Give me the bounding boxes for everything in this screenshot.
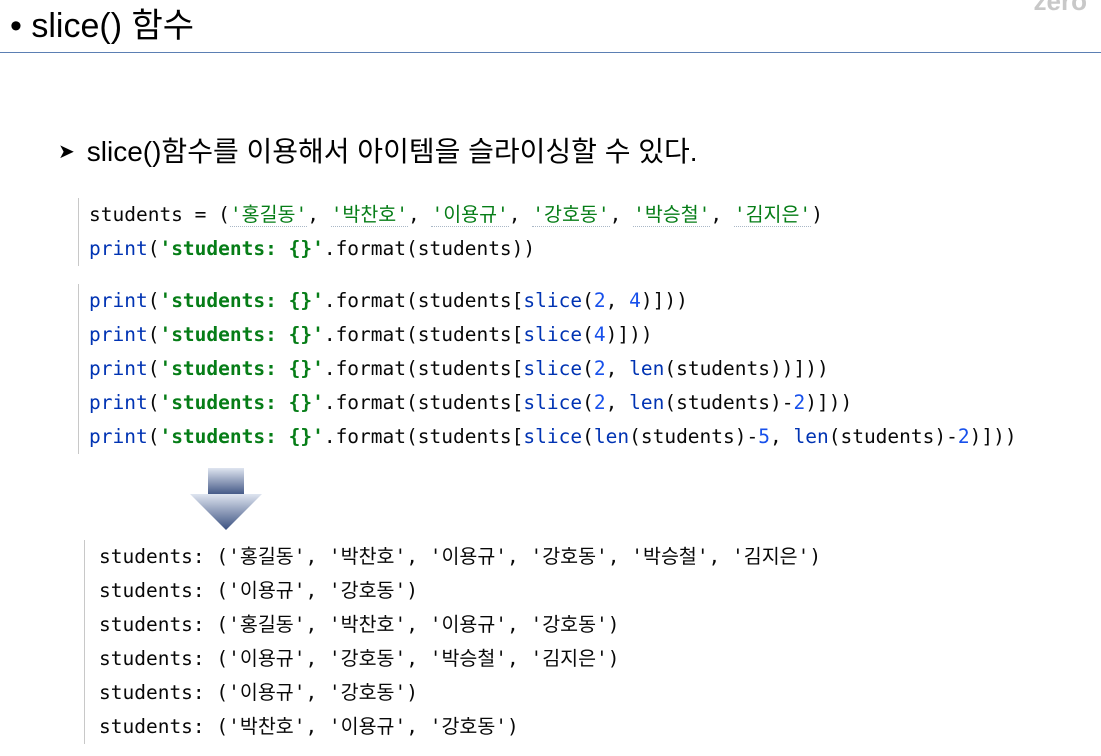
code-token: , [770,425,794,448]
output-line: students: ('박찬호', '이용규', '강호동') [99,715,519,738]
code-token: ( [582,289,594,312]
code-token: 'students: {}' [159,323,324,346]
code-token: )])) [640,289,688,312]
code-token: , [609,203,634,226]
code-token: print [89,391,148,414]
code-token: ( [147,357,160,380]
code-token: ( [147,391,160,414]
corner-mark: zero [1033,0,1087,16]
code-token: print [89,237,148,260]
code-token: .format(students[ [323,425,524,448]
code-token: , [710,203,734,226]
code-token: 2 [593,357,606,380]
code-token: .format(students[ [323,289,524,312]
code-token: students = ( [89,203,230,226]
code-token: 2 [593,391,606,414]
code-token: .format(students[ [323,357,524,380]
code-token: , [408,203,432,226]
code-token: ( [147,237,160,260]
bullet-text: slice()함수를 이용해서 아이템을 슬라이싱할 수 있다. [86,136,698,167]
slide-title: • slice() 함수 [10,7,195,45]
code-token: 'students: {}' [159,289,324,312]
code-token: len [793,425,829,448]
code-token: len [593,425,630,448]
code-token: )])) [605,323,653,346]
code-token: .format(students)) [323,237,536,260]
code-token: )])) [805,391,853,414]
code-token: '박승철' [633,203,711,227]
code-token: 2 [957,425,970,448]
arrow-down-icon [190,468,262,535]
code-token: (students))])) [664,357,829,380]
code-token: ( [147,289,160,312]
code-token: (students)- [828,425,958,448]
code-token: ) [811,203,823,226]
code-token: print [89,425,148,448]
code-line: print('students: {}'.format(students[sli… [89,284,1017,318]
code-token: ( [582,391,594,414]
code-token: 'students: {}' [159,237,324,260]
code-line: print('students: {}'.format(students[sli… [89,386,1017,420]
code-block-slice-calls: print('students: {}'.format(students[sli… [78,284,1017,454]
output-line: students: ('홍길동', '박찬호', '이용규', '강호동', '… [99,545,822,568]
code-token: slice [523,391,583,414]
code-token: print [89,357,148,380]
code-token: print [89,323,148,346]
code-token: 4 [593,323,606,346]
code-line: print('students: {}'.format(students)) [89,232,823,266]
code-token: '강호동' [532,203,610,227]
code-token: slice [523,425,583,448]
code-token: '홍길동' [229,203,308,227]
code-block-definition: students = ('홍길동', '박찬호', '이용규', '강호동', … [78,198,823,266]
code-token: ( [582,425,594,448]
bullet-arrow-icon: ➤ [58,141,75,163]
code-token: '이용규' [431,203,509,227]
code-token: len [629,391,665,414]
code-token: 'students: {}' [159,357,324,380]
code-token: slice [523,289,583,312]
code-token: , [605,289,630,312]
code-token: 4 [629,289,641,312]
code-token: len [629,357,665,380]
code-token: )])) [969,425,1017,448]
code-token: , [508,203,533,226]
code-token: ( [147,323,160,346]
code-token: .format(students[ [323,391,524,414]
code-token: .format(students[ [323,323,524,346]
code-line: print('students: {}'.format(students[sli… [89,352,1017,386]
code-token: , [605,391,630,414]
code-token: 2 [593,289,606,312]
output-line: students: ('이용규', '강호동', '박승철', '김지은') [99,647,620,670]
code-token: slice [523,357,583,380]
code-token: ( [582,323,594,346]
code-token: ( [147,425,160,448]
code-token: '김지은' [733,203,812,227]
code-line: students = ('홍길동', '박찬호', '이용규', '강호동', … [89,198,823,232]
code-token: (students)- [664,391,794,414]
code-token: print [89,289,148,312]
code-line: print('students: {}'.format(students[sli… [89,318,1017,352]
console-output: students: ('홍길동', '박찬호', '이용규', '강호동', '… [84,540,821,744]
code-token: ( [582,357,594,380]
output-line: students: ('이용규', '강호동') [99,579,418,602]
code-line: print('students: {}'.format(students[sli… [89,420,1017,454]
code-token: 2 [793,391,806,414]
output-line: students: ('이용규', '강호동') [99,681,418,704]
code-token: 'students: {}' [159,425,324,448]
bullet-point: ➤ slice()함수를 이용해서 아이템을 슬라이싱할 수 있다. [58,135,698,169]
code-token: '박찬호' [330,203,408,227]
output-line: students: ('홍길동', '박찬호', '이용규', '강호동') [99,613,620,636]
code-token: 'students: {}' [159,391,324,414]
code-token: , [605,357,630,380]
code-token: 5 [758,425,770,448]
title-divider [0,52,1101,53]
code-token: , [307,203,331,226]
code-token: (students)- [629,425,759,448]
code-token: slice [523,323,583,346]
